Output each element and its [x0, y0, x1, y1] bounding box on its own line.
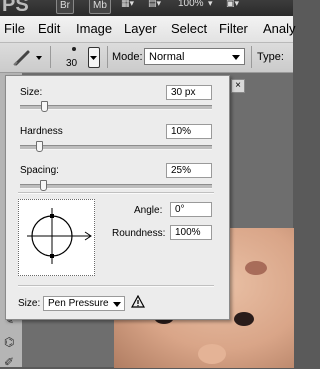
size-control-label: Size: — [18, 298, 41, 309]
brush-size-readout: 30 — [66, 58, 78, 69]
size-control-value: Pen Pressure — [48, 298, 109, 309]
hardness-label: Hardness — [20, 126, 63, 137]
nose — [198, 344, 226, 364]
brush-preset-picker[interactable]: 30 — [58, 45, 102, 70]
bridge-button[interactable]: Br — [56, 0, 74, 14]
brush-tool-icon — [13, 50, 42, 66]
menu-layer[interactable]: Layer — [124, 21, 157, 36]
mode-value: Normal — [149, 51, 185, 63]
size-slider-thumb[interactable] — [41, 101, 49, 112]
angle-label: Angle: — [134, 205, 163, 216]
arrange-docs-button[interactable]: ▤▾ — [148, 0, 161, 9]
size-label: Size: — [20, 87, 43, 98]
chevron-down-icon — [113, 302, 121, 307]
zoom-level[interactable]: 100% — [178, 0, 204, 9]
hardness-slider-thumb[interactable] — [35, 141, 43, 152]
divider — [18, 285, 214, 287]
menu-bar: File Edit Image Layer Select Filter Anal… — [0, 16, 296, 43]
hardness-slider-track[interactable] — [20, 145, 212, 150]
spacing-field[interactable]: 25% — [166, 163, 212, 178]
skin-blemish — [245, 261, 267, 275]
separator — [251, 46, 252, 68]
size-slider-track[interactable] — [20, 105, 212, 110]
brush-angle-preview[interactable] — [18, 199, 95, 276]
separator — [50, 46, 51, 68]
menu-analysis[interactable]: Analy — [263, 21, 296, 36]
spacing-slider-thumb[interactable] — [39, 180, 47, 191]
divider — [18, 192, 214, 194]
tool-preset-picker[interactable] — [8, 47, 46, 68]
chevron-down-icon — [232, 55, 240, 60]
screen-mode-button[interactable]: ▣▾ — [226, 0, 239, 9]
hardness-field[interactable]: 10% — [166, 124, 212, 139]
stamp-tool-icon[interactable]: ⌬ — [4, 335, 14, 349]
menu-select[interactable]: Select — [171, 21, 207, 36]
menu-filter[interactable]: Filter — [219, 21, 248, 36]
menu-file[interactable]: File — [4, 21, 25, 36]
spacing-slider-track[interactable] — [20, 184, 212, 189]
eye — [234, 312, 254, 326]
size-control-select[interactable]: Pen Pressure — [43, 296, 125, 311]
title-bar: PS Br Mb ▦▾ ▤▾ 100% ▾ ▣▾ — [0, 0, 293, 16]
document-close-button[interactable]: × — [231, 79, 245, 93]
brush-picker-toggle[interactable] — [88, 47, 100, 68]
roundness-field[interactable]: 100% — [170, 225, 212, 240]
mini-bridge-button[interactable]: Mb — [89, 0, 111, 14]
separator — [107, 46, 108, 68]
mode-select[interactable]: Normal — [144, 48, 245, 65]
menu-edit[interactable]: Edit — [38, 21, 60, 36]
options-bar: 30 Mode: Normal Type: — [0, 43, 293, 73]
warning-icon — [130, 294, 146, 311]
spacing-label: Spacing: — [20, 165, 59, 176]
zoom-dropdown-icon[interactable]: ▾ — [208, 0, 213, 9]
brush-settings-popup: Size: 30 px Hardness 10% Spacing: 25% An… — [5, 75, 230, 320]
mode-label: Mode: — [112, 51, 143, 63]
type-label: Type: — [257, 51, 284, 63]
chevron-down-icon — [90, 56, 97, 60]
size-field[interactable]: 30 px — [166, 85, 212, 100]
brush-tip-icon — [72, 47, 76, 51]
roundness-label: Roundness: — [112, 228, 166, 239]
menu-image[interactable]: Image — [76, 21, 112, 36]
view-extras-button[interactable]: ▦▾ — [121, 0, 134, 9]
angle-roundness-icon — [27, 208, 92, 264]
angle-field[interactable]: 0° — [170, 202, 212, 217]
app-logo: PS — [2, 0, 29, 16]
